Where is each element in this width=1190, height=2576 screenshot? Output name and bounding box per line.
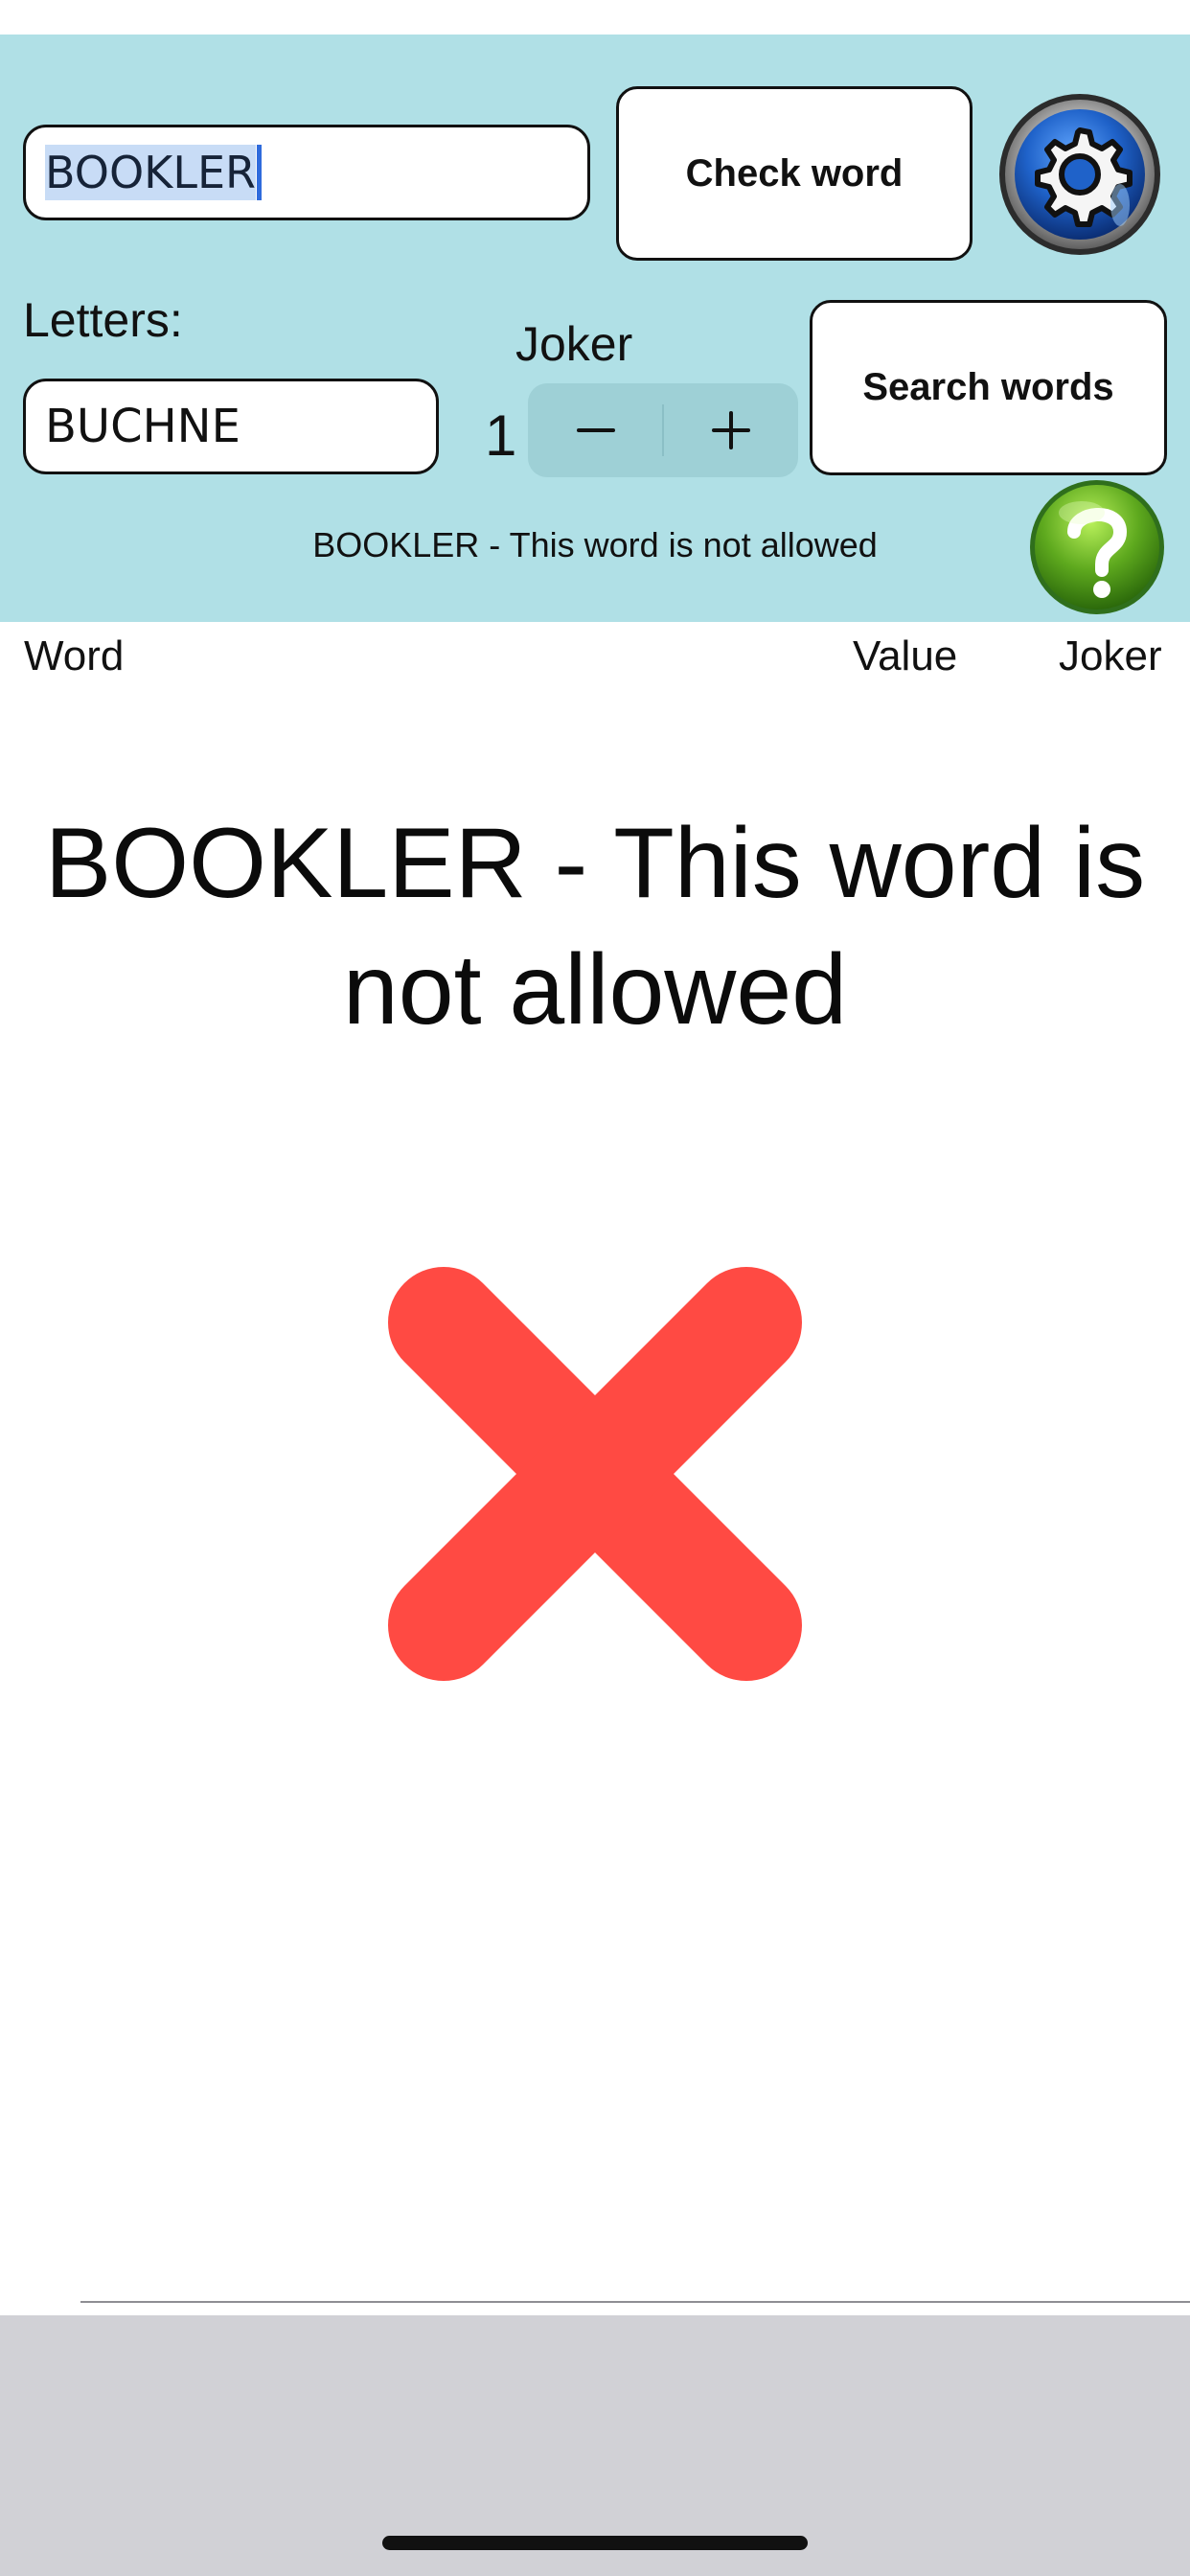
joker-decrement-button[interactable] [528, 383, 663, 477]
joker-increment-button[interactable] [663, 383, 798, 477]
joker-count: 1 [485, 403, 517, 468]
home-indicator[interactable] [382, 2536, 808, 2550]
gear-icon [999, 94, 1160, 255]
help-button[interactable] [1026, 476, 1168, 618]
column-header-joker: Joker [1059, 632, 1162, 679]
letters-label: Letters: [23, 293, 183, 347]
status-message: BOOKLER - This word is not allowed [312, 525, 878, 564]
word-input[interactable]: BOOKLER [23, 125, 590, 220]
check-word-button[interactable]: Check word [616, 86, 973, 261]
letters-input[interactable]: BUCHNE [23, 379, 439, 474]
selected-word-text: BOOKLER [45, 145, 256, 200]
result-message: BOOKLER - This word is not allowed [44, 808, 1146, 1046]
plus-icon [711, 411, 750, 449]
text-caret [256, 145, 262, 200]
column-header-word: Word [24, 632, 125, 679]
stepper-divider [662, 404, 664, 456]
bottom-separator [80, 2301, 1190, 2303]
settings-button[interactable] [995, 90, 1164, 259]
joker-label: Joker [515, 317, 633, 371]
column-header-value: Value [853, 632, 958, 679]
close-icon [388, 1267, 802, 1681]
joker-stepper[interactable] [528, 383, 798, 477]
question-mark-icon [1030, 480, 1164, 614]
minus-icon [576, 428, 615, 432]
search-words-button[interactable]: Search words [810, 300, 1167, 475]
red-x-icon [388, 1267, 802, 1681]
